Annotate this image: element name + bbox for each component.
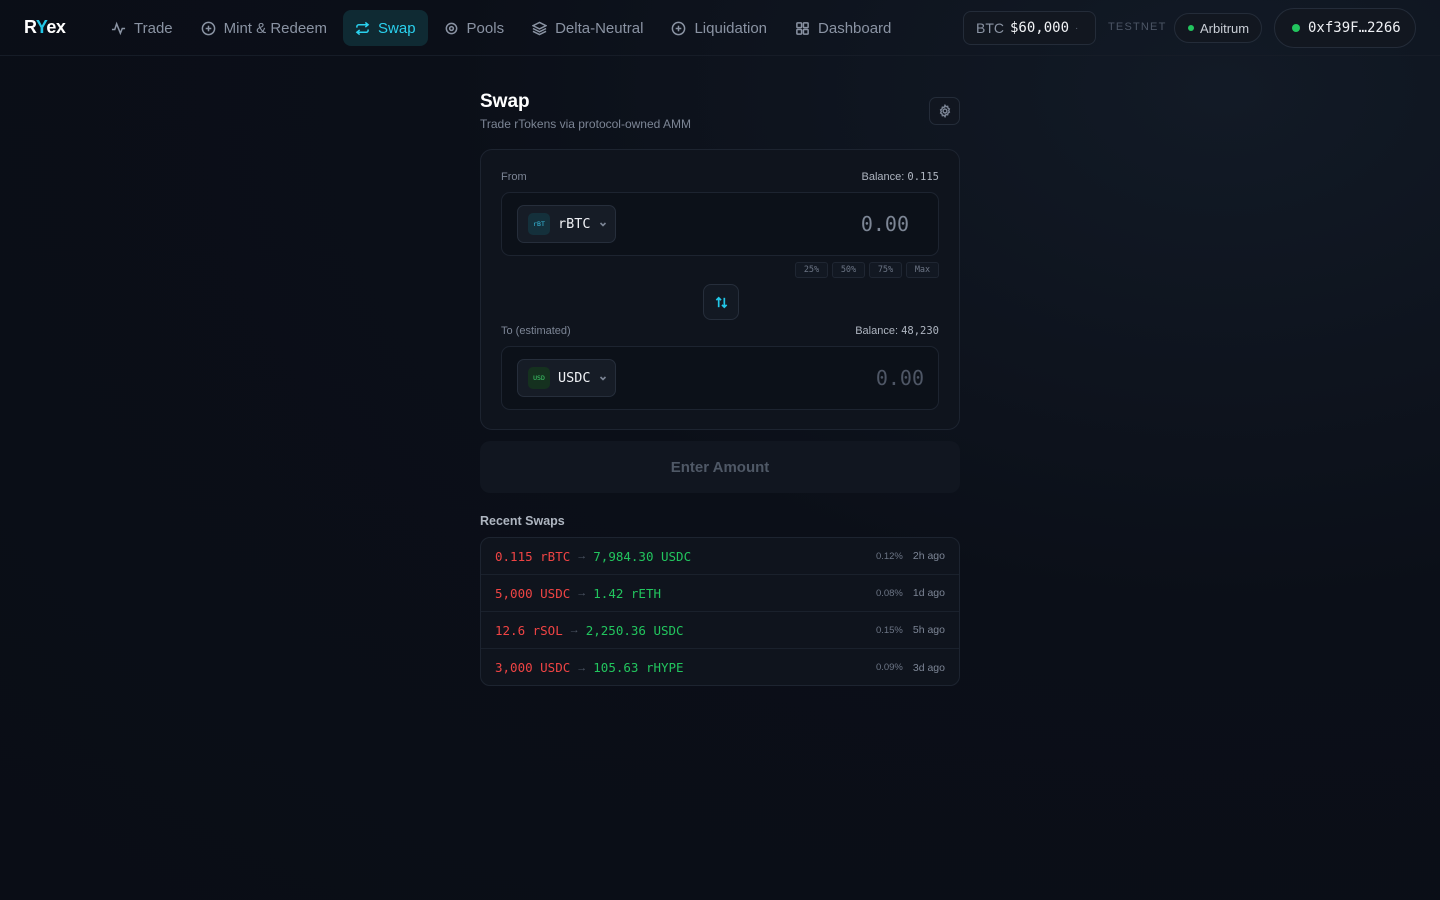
page-title: Swap (480, 91, 530, 112)
list-item[interactable]: 3,000 USDC → 105.63 rHYPE 0.09% 3d ago (481, 649, 959, 685)
nav-item-label: Trade (134, 19, 173, 37)
pct-max-button[interactable]: Max (906, 262, 939, 278)
list-item[interactable]: 0.115 rBTC → 7,984.30 USDC 0.12% 2h ago (481, 538, 959, 575)
nav-item-pools[interactable]: Pools (432, 10, 517, 46)
target-icon (445, 22, 457, 34)
arrow-right-icon: → (568, 624, 580, 636)
arrow-right-icon: → (576, 661, 588, 674)
from-token-name: rBTC (558, 216, 591, 232)
swap-fee: 0.08% (875, 587, 903, 599)
top-navbar: RYex Trade Mint & Redeem Swap Pools Delt… (0, 0, 1440, 56)
nav-item-label: Delta-Neutral (555, 19, 644, 37)
to-balance-label: Balance: (855, 325, 898, 337)
btc-label: BTC (976, 20, 1004, 36)
network-status-dot (1188, 25, 1194, 31)
page-subtitle: Trade rTokens via protocol-owned AMM (480, 117, 691, 131)
swap-time: 1d ago (912, 587, 945, 599)
swap-card: From Balance: 0.115 rBT rBTC 0.00 25% 50… (480, 149, 960, 430)
swap-vertical-icon (715, 296, 727, 308)
gear-icon (939, 104, 950, 118)
submit-swap-button[interactable]: Enter Amount (480, 441, 960, 493)
ticker-dot: · (1075, 22, 1079, 34)
swap-from: 12.6 rSOL (495, 622, 563, 638)
swap-to: 7,984.30 USDC (593, 548, 692, 564)
from-amount-input[interactable]: 0.00 (861, 212, 909, 236)
to-token-name: USDC (558, 370, 591, 386)
swap-from: 0.115 rBTC (495, 548, 571, 564)
swap-fee: 0.09% (875, 662, 903, 673)
nav-item-liquidation[interactable]: Liquidation (659, 10, 779, 46)
pct-75-button[interactable]: 75% (869, 262, 902, 278)
nav-item-trade[interactable]: Trade (99, 10, 185, 46)
from-token-select[interactable]: rBT rBTC (517, 205, 616, 243)
network-mode-label: TESTNET (1108, 21, 1167, 33)
network-selector[interactable]: Arbitrum (1174, 13, 1262, 43)
btc-price: $60,000 (1010, 20, 1070, 36)
nav-item-mint-redeem[interactable]: Mint & Redeem (189, 10, 339, 46)
percent-buttons: 25% 50% 75% Max (795, 262, 939, 278)
arrow-right-icon: → (576, 587, 588, 599)
swap-fee: 0.12% (875, 550, 903, 562)
swap-from: 5,000 USDC (495, 585, 571, 601)
from-label: From (501, 171, 527, 183)
nav-item-dashboard[interactable]: Dashboard (783, 10, 903, 46)
nav-item-label: Swap (378, 19, 416, 37)
plus-circle-icon (672, 21, 686, 35)
list-item[interactable]: 5,000 USDC → 1.42 rETH 0.08% 1d ago (481, 575, 959, 612)
chevron-down-icon (599, 376, 606, 381)
main-nav: Trade Mint & Redeem Swap Pools Delta-Neu… (99, 10, 903, 46)
nav-item-swap[interactable]: Swap (343, 10, 428, 46)
to-token-select[interactable]: USD USDC (517, 359, 616, 397)
from-token-box: rBT rBTC 0.00 (501, 192, 939, 256)
swap-from: 3,000 USDC (495, 660, 571, 675)
network-name: Arbitrum (1200, 20, 1250, 36)
from-balance-label: Balance: (861, 171, 905, 183)
wallet-address: 0xf39F…2266 (1308, 20, 1401, 36)
btc-price-ticker[interactable]: BTC $60,000 · (963, 11, 1096, 45)
swap-to: 105.63 rHYPE (593, 660, 684, 675)
from-balance: Balance: 0.115 (862, 171, 939, 183)
usdc-token-icon: USD (528, 367, 550, 389)
swap-time: 2h ago (912, 550, 945, 562)
wallet-status-dot (1292, 24, 1300, 32)
app-logo[interactable]: RYex (24, 17, 66, 38)
pct-50-button[interactable]: 50% (832, 262, 865, 278)
to-amount-output: 0.00 (875, 366, 924, 390)
nav-item-label: Pools (466, 19, 505, 37)
layers-icon (532, 21, 548, 35)
settings-button[interactable] (929, 97, 960, 125)
recent-swaps-title: Recent Swaps (480, 514, 565, 528)
nav-item-label: Dashboard (818, 19, 892, 37)
plus-circle-icon (201, 21, 215, 35)
swap-to: 2,250.36 USDC (585, 622, 684, 638)
repeat-icon (355, 21, 370, 35)
list-item[interactable]: 12.6 rSOL → 2,250.36 USDC 0.15% 5h ago (481, 612, 959, 649)
pct-25-button[interactable]: 25% (795, 262, 828, 278)
chevron-down-icon (599, 222, 606, 227)
to-token-box: USD USDC 0.00 (501, 346, 939, 410)
swap-fee: 0.15% (875, 624, 903, 636)
nav-item-label: Mint & Redeem (223, 19, 328, 37)
swap-to: 1.42 rETH (593, 585, 661, 601)
to-balance-value: 48,230 (901, 325, 939, 337)
flip-tokens-button[interactable] (703, 284, 739, 320)
rbtc-token-icon: rBT (528, 213, 550, 235)
nav-item-delta-neutral[interactable]: Delta-Neutral (520, 10, 655, 46)
nav-item-label: Liquidation (694, 19, 768, 37)
arrow-right-icon: → (576, 550, 588, 562)
from-balance-value: 0.115 (907, 171, 939, 183)
swap-time: 5h ago (912, 624, 945, 636)
activity-icon (111, 21, 126, 35)
grid-icon (796, 21, 809, 35)
wallet-button[interactable]: 0xf39F…2266 (1274, 8, 1416, 48)
recent-swaps-list: 0.115 rBTC → 7,984.30 USDC 0.12% 2h ago … (480, 537, 960, 686)
to-balance: Balance: 48,230 (855, 325, 939, 337)
to-label: To (estimated) (501, 325, 571, 337)
swap-time: 3d ago (912, 661, 945, 674)
